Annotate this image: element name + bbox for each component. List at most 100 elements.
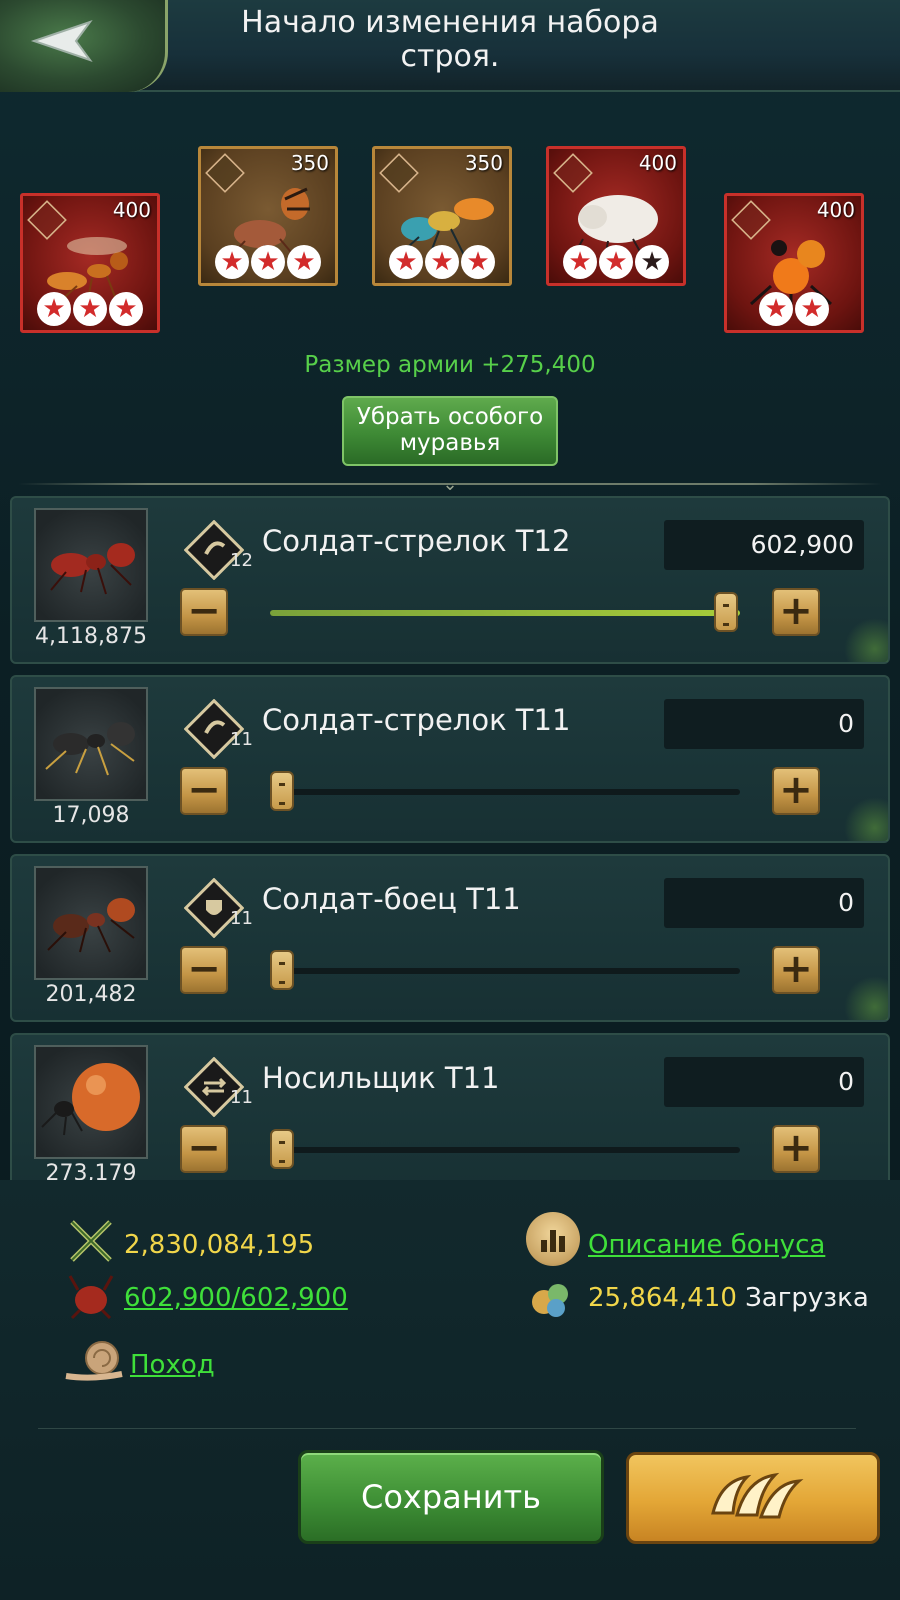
back-button[interactable] (0, 0, 168, 92)
troop-portrait (34, 687, 148, 801)
troop-quantity-input[interactable]: 0 (664, 878, 864, 928)
hero-stars (727, 292, 861, 326)
decrease-button[interactable]: − (180, 1125, 228, 1173)
load-value: 25,864,410 (588, 1283, 737, 1313)
back-arrow-icon (30, 20, 93, 62)
star-icon (795, 292, 829, 326)
header-bar: Начало изменения набора строя. (0, 0, 900, 92)
decrease-button[interactable]: − (180, 588, 228, 636)
hero-slot-4[interactable]: 400 (546, 146, 686, 286)
troop-row: 17,098 11 Солдат-стрелок T11 0 − + (10, 675, 890, 843)
star-icon (425, 245, 459, 279)
army-size-label: Размер армии +275,400 (304, 352, 596, 378)
slider-handle[interactable] (714, 592, 738, 632)
save-button[interactable]: Сохранить (298, 1450, 604, 1544)
troop-owned-count: 4,118,875 (35, 624, 147, 649)
hero-cost: 350 (464, 151, 503, 175)
snail-icon (65, 1341, 123, 1381)
hero-cost: 400 (638, 151, 677, 175)
page-title: Начало изменения набора строя. (241, 5, 659, 74)
troop-portrait (34, 508, 148, 622)
hero-slot-5[interactable]: 400 (724, 193, 864, 333)
star-icon (215, 245, 249, 279)
slider-handle[interactable] (270, 950, 294, 990)
power-value: 2,830,084,195 (124, 1230, 315, 1260)
bottom-divider (38, 1428, 856, 1429)
troop-quantity-input[interactable]: 0 (664, 1057, 864, 1107)
resources-icon (532, 1284, 568, 1317)
troop-quantity-input[interactable]: 602,900 (664, 520, 864, 570)
bonus-description-link[interactable]: Описание бонуса (588, 1230, 825, 1260)
troop-portrait (34, 866, 148, 980)
bar-chart-icon (526, 1212, 580, 1266)
troop-row: 201,482 11 Солдат-боец T11 0 − + (10, 854, 890, 1022)
capacity-link[interactable]: 602,900/602,900 (124, 1283, 348, 1313)
chevron-down-icon: ⌄ (442, 474, 458, 495)
troop-row: 273,179 11 Носильщик T11 0 − + (10, 1033, 890, 1201)
load-row: 25,864,410 Загрузка (588, 1283, 869, 1313)
star-icon (563, 245, 597, 279)
hero-slot-1[interactable]: 400 (20, 193, 160, 333)
increase-button[interactable]: + (772, 767, 820, 815)
star-icon (109, 292, 143, 326)
troop-name: Солдат-стрелок T12 (262, 524, 571, 558)
crossed-swords-icon (70, 1220, 112, 1262)
hero-cost: 400 (816, 198, 855, 222)
hero-stars (23, 292, 157, 326)
hero-stars (549, 245, 683, 279)
troop-tier: 11 (230, 1087, 253, 1108)
honeypot-ant-icon (41, 1063, 140, 1136)
troop-owned-count: 17,098 (52, 803, 130, 828)
increase-button[interactable]: + (772, 1125, 820, 1173)
troop-portrait (34, 1045, 148, 1159)
troop-slider[interactable] (270, 771, 740, 811)
star-icon (759, 292, 793, 326)
troop-name: Носильщик T11 (262, 1061, 500, 1095)
leaf-decoration (844, 976, 888, 1020)
hero-cost: 350 (290, 151, 329, 175)
star-icon (461, 245, 495, 279)
slider-handle[interactable] (270, 771, 294, 811)
slider-fill (270, 610, 740, 616)
star-icon (389, 245, 423, 279)
leaf-decoration (844, 618, 888, 662)
hero-cost: 400 (112, 198, 151, 222)
troop-owned-count: 201,482 (45, 982, 137, 1007)
troop-name: Солдат-боец T11 (262, 882, 521, 916)
ant-head-icon (68, 1275, 114, 1320)
troop-slider[interactable] (270, 592, 740, 632)
hero-slot-3[interactable]: 350 (372, 146, 512, 286)
slider-handle[interactable] (270, 1129, 294, 1169)
march-link[interactable]: Поход (130, 1350, 215, 1380)
troop-row: 4,118,875 12 Солдат-стрелок T12 602,900 … (10, 496, 890, 664)
increase-button[interactable]: + (772, 946, 820, 994)
increase-button[interactable]: + (772, 588, 820, 636)
star-icon (287, 245, 321, 279)
troop-slider[interactable] (270, 1129, 740, 1169)
leaf-decoration (844, 797, 888, 841)
load-label: Загрузка (745, 1283, 869, 1313)
star-icon (251, 245, 285, 279)
troop-tier: 11 (230, 908, 253, 929)
troop-tier: 11 (230, 729, 253, 750)
fighter-ant-icon (47, 898, 135, 953)
special-action-button[interactable] (626, 1452, 880, 1544)
empty-star-icon (635, 245, 669, 279)
remove-special-ant-button[interactable]: Убрать особого муравья (342, 396, 558, 466)
troop-quantity-input[interactable]: 0 (664, 699, 864, 749)
hero-stars (375, 245, 509, 279)
black-ant-icon (45, 722, 135, 776)
claw-emblem-icon (711, 1472, 804, 1519)
star-icon (73, 292, 107, 326)
troop-name: Солдат-стрелок T11 (262, 703, 571, 737)
hero-stars (201, 245, 335, 279)
star-icon (37, 292, 71, 326)
red-ant-icon (50, 543, 135, 595)
star-icon (599, 245, 633, 279)
decrease-button[interactable]: − (180, 767, 228, 815)
hero-slot-2[interactable]: 350 (198, 146, 338, 286)
troop-tier: 12 (230, 550, 253, 571)
capacity-value[interactable]: 602,900/602,900 (124, 1283, 348, 1313)
decrease-button[interactable]: − (180, 946, 228, 994)
troop-slider[interactable] (270, 950, 740, 990)
